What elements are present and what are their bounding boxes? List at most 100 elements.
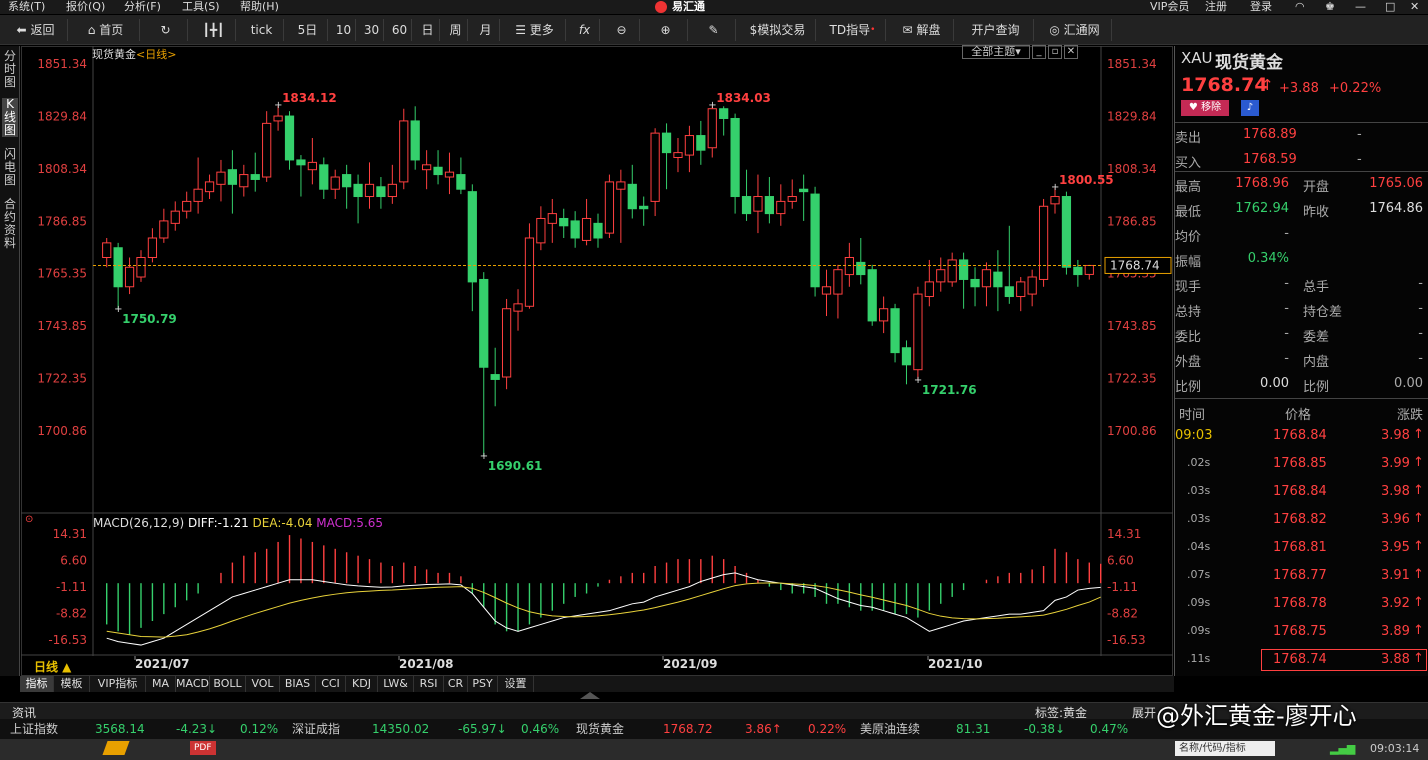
kline-chart[interactable]: 1851.34 1851.34 1829.84 1829.84 1808.34 1808.… bbox=[21, 46, 1173, 676]
td-guide-button[interactable]: TD指导• bbox=[820, 19, 886, 41]
ticker-name[interactable]: 上证指数 bbox=[10, 719, 58, 739]
indicator-tab[interactable]: RSI bbox=[414, 676, 444, 692]
tick-price: 1768.82 bbox=[1273, 512, 1327, 527]
close-icon[interactable]: ✕ bbox=[1410, 0, 1419, 14]
app-shortcut-icon[interactable] bbox=[102, 741, 130, 755]
tick-change: 3.92 bbox=[1381, 596, 1410, 611]
formula-button[interactable]: fx bbox=[570, 19, 600, 41]
ticker-name[interactable]: 现货黄金 bbox=[576, 719, 624, 739]
candle bbox=[227, 150, 238, 214]
account-query-button[interactable]: 开户查询 bbox=[958, 19, 1034, 41]
candle bbox=[513, 289, 523, 331]
sim-trade-button[interactable]: $模拟交易 bbox=[740, 19, 816, 41]
macd-settings-icon[interactable]: ⊙ bbox=[25, 514, 33, 525]
panel-toggle-icon[interactable] bbox=[580, 692, 600, 699]
tick-list[interactable]: 09:03 1768.84 3.98 ↑ .02s 1768.85 3.99 ↑ .03s 176… bbox=[1175, 427, 1428, 678]
tab-contract[interactable]: 合约资料 bbox=[2, 198, 18, 250]
indicator-tab[interactable]: KDJ bbox=[346, 676, 378, 692]
30min-button[interactable]: 30 bbox=[360, 19, 384, 41]
month-button[interactable]: 月 bbox=[472, 19, 500, 41]
indicator-tab[interactable]: BOLL bbox=[210, 676, 246, 692]
tick-time: .11s bbox=[1187, 652, 1211, 665]
buy-label: 买入 bbox=[1175, 156, 1202, 171]
indicator-tab[interactable]: MA bbox=[146, 676, 176, 692]
ticker-name[interactable]: 深证成指 bbox=[292, 719, 340, 739]
tick-price: 1768.81 bbox=[1273, 540, 1327, 555]
menu-system[interactable]: 系统(T) bbox=[8, 0, 45, 14]
back-label: 返回 bbox=[30, 23, 55, 37]
menu-analysis[interactable]: 分析(F) bbox=[124, 0, 161, 14]
zoom-out-button[interactable]: ⊖ bbox=[604, 19, 640, 41]
stat-label: 现手 bbox=[1175, 280, 1202, 295]
10min-button[interactable]: 10 bbox=[332, 19, 356, 41]
maximize-icon[interactable]: □ bbox=[1385, 0, 1395, 14]
indicator-tab[interactable]: PSY bbox=[468, 676, 498, 692]
5day-button[interactable]: 5日 bbox=[288, 19, 328, 41]
chart-close-icon[interactable]: ✕ bbox=[1064, 45, 1078, 59]
chart-minimize-icon[interactable]: _ bbox=[1032, 45, 1046, 59]
macd-diff: DIFF:-1.21 bbox=[187, 516, 249, 530]
register-link[interactable]: 注册 bbox=[1205, 0, 1227, 14]
indicator-tab[interactable]: VIP指标 bbox=[90, 676, 146, 692]
draw-button[interactable]: ✎ bbox=[692, 19, 736, 41]
indicator-tab[interactable]: CR bbox=[444, 676, 468, 692]
macd-axis-label: 6.60 bbox=[60, 554, 87, 568]
tick-button[interactable]: tick bbox=[240, 19, 284, 41]
week-button[interactable]: 周 bbox=[444, 19, 468, 41]
chart-frame bbox=[21, 46, 1173, 676]
candle bbox=[559, 208, 569, 238]
back-button[interactable]: ⬅ 返回 bbox=[4, 19, 68, 41]
stat-value: 0.00 bbox=[1394, 376, 1423, 391]
menu-help[interactable]: 帮助(H) bbox=[240, 0, 279, 14]
chart-restore-icon[interactable]: ▫ bbox=[1048, 45, 1062, 59]
date-axis-label: 2021/09 bbox=[663, 657, 717, 671]
vip-link[interactable]: VIP会员 bbox=[1150, 0, 1189, 14]
menu-tools[interactable]: 工具(S) bbox=[182, 0, 220, 14]
theme-select[interactable]: 全部主题▾ bbox=[962, 45, 1030, 59]
day-button[interactable]: 日 bbox=[416, 19, 440, 41]
more-button[interactable]: ☰ 更多 bbox=[504, 19, 566, 41]
headset-icon[interactable]: ◠ bbox=[1295, 0, 1305, 14]
huitong-button[interactable]: ◎ 汇通网 bbox=[1038, 19, 1112, 41]
candle bbox=[639, 196, 649, 226]
indicator-tab[interactable]: CCI bbox=[316, 676, 346, 692]
unlock-button[interactable]: ✉ 解盘 bbox=[890, 19, 954, 41]
menu-quote[interactable]: 报价(Q) bbox=[66, 0, 105, 14]
indicator-tab[interactable]: 设置 bbox=[498, 676, 534, 692]
candle bbox=[707, 106, 717, 158]
ticker-name[interactable]: 美原油连续 bbox=[860, 719, 920, 739]
indicator-tab[interactable]: BIAS bbox=[280, 676, 316, 692]
tab-flash[interactable]: 闪电图 bbox=[2, 148, 18, 187]
candlestick-button[interactable]: ┃╋┃ bbox=[192, 19, 236, 41]
pdf-icon[interactable]: PDF bbox=[190, 741, 216, 755]
candle bbox=[456, 157, 466, 195]
shirt-icon[interactable]: ♚ bbox=[1325, 0, 1335, 14]
stat-value: - bbox=[1418, 351, 1423, 366]
sell-volume: - bbox=[1357, 127, 1362, 142]
indicator-tab[interactable]: VOL bbox=[246, 676, 280, 692]
stat-value: 1762.94 bbox=[1235, 201, 1289, 216]
indicator-tab[interactable]: 指标 bbox=[20, 676, 54, 692]
refresh-button[interactable]: ↻ bbox=[144, 19, 188, 41]
remove-watch-button[interactable]: ♥ 移除 bbox=[1181, 100, 1229, 116]
zoom-in-icon: ⊕ bbox=[660, 23, 671, 37]
indicator-tab[interactable]: 模板 bbox=[54, 676, 90, 692]
tab-timeshare[interactable]: 分时图 bbox=[2, 50, 18, 89]
period-indicator[interactable]: 日线 ▲ bbox=[34, 658, 71, 675]
candle bbox=[913, 286, 923, 381]
candle bbox=[947, 252, 957, 287]
home-button[interactable]: ⌂ 首页 bbox=[72, 19, 140, 41]
price-axis-label: 1743.85 bbox=[1107, 319, 1157, 333]
stat-label: 委差 bbox=[1303, 330, 1330, 345]
stat-label: 持仓差 bbox=[1303, 305, 1343, 320]
indicator-tab[interactable]: MACD bbox=[176, 676, 210, 692]
minimize-icon[interactable]: — bbox=[1355, 0, 1366, 14]
price-axis-label: 1851.34 bbox=[1107, 57, 1157, 71]
zoom-in-button[interactable]: ⊕ bbox=[644, 19, 688, 41]
taskbar-search-input[interactable]: 名称/代码/指标 bbox=[1175, 741, 1275, 756]
tab-kline[interactable]: K线图 bbox=[2, 98, 18, 137]
login-link[interactable]: 登录 bbox=[1250, 0, 1272, 14]
bell-icon[interactable]: ♪ bbox=[1241, 100, 1259, 116]
60min-button[interactable]: 60 bbox=[388, 19, 412, 41]
indicator-tab[interactable]: LW& bbox=[378, 676, 414, 692]
